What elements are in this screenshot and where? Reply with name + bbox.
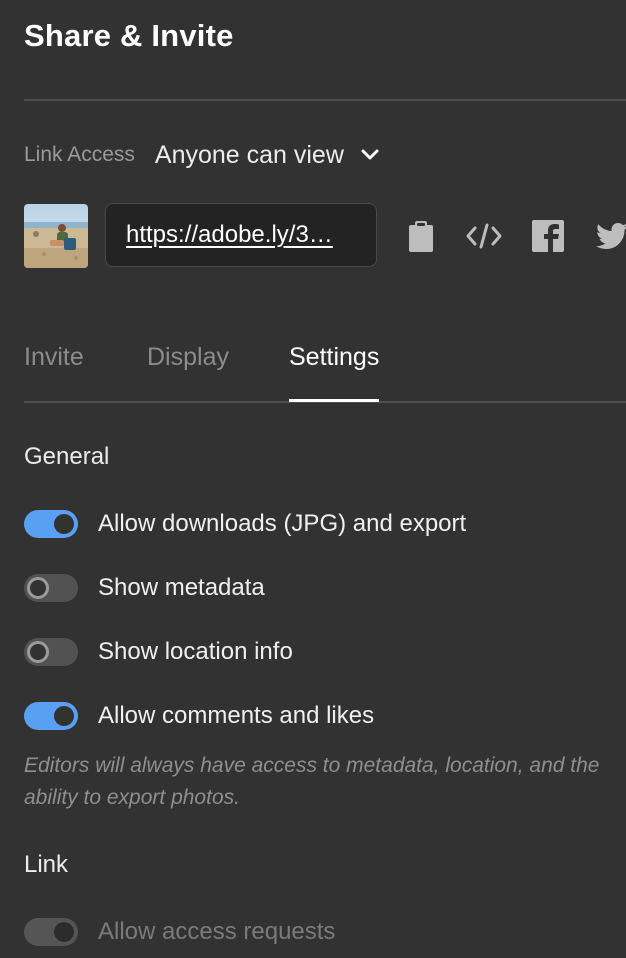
dialog-title: Share & Invite bbox=[24, 18, 234, 53]
link-access-dropdown[interactable]: Anyone can view bbox=[155, 141, 380, 170]
link-access-label: Link Access bbox=[24, 143, 135, 166]
allow-access-requests-label: Allow access requests bbox=[98, 918, 336, 945]
facebook-icon[interactable] bbox=[529, 217, 567, 255]
link-access-row: Link Access Anyone can view bbox=[24, 138, 380, 172]
allow-downloads-label: Allow downloads (JPG) and export bbox=[98, 510, 467, 537]
share-invite-panel: Share & Invite Link Access Anyone can vi… bbox=[0, 0, 626, 958]
allow-comments-toggle[interactable] bbox=[24, 702, 78, 730]
show-metadata-toggle[interactable] bbox=[24, 574, 78, 602]
allow-comments-label: Allow comments and likes bbox=[98, 702, 375, 729]
twitter-icon[interactable] bbox=[592, 217, 626, 255]
toggle-row-allow-comments: Allow comments and likes bbox=[24, 696, 374, 736]
allow-downloads-toggle[interactable] bbox=[24, 510, 78, 538]
toggle-knob bbox=[54, 514, 74, 534]
editors-note: Editors will always have access to metad… bbox=[24, 754, 600, 809]
link-access-value: Anyone can view bbox=[154, 140, 344, 169]
link-heading: Link bbox=[24, 851, 69, 878]
toggle-knob bbox=[54, 922, 74, 942]
embed-code-icon[interactable] bbox=[465, 217, 503, 255]
allow-access-requests-toggle bbox=[24, 918, 78, 946]
header-divider bbox=[24, 99, 626, 101]
clipboard-icon[interactable] bbox=[402, 217, 440, 255]
share-url-link[interactable]: https://adobe.ly/3… bbox=[126, 221, 333, 249]
show-metadata-label: Show metadata bbox=[98, 574, 265, 601]
album-thumbnail bbox=[24, 204, 88, 268]
share-url-field[interactable]: https://adobe.ly/3… bbox=[105, 203, 377, 267]
general-heading: General bbox=[24, 443, 110, 470]
show-location-toggle[interactable] bbox=[24, 638, 78, 666]
tab-invite[interactable]: Invite bbox=[24, 343, 84, 372]
chevron-down-icon bbox=[361, 149, 379, 160]
active-tab-indicator bbox=[289, 399, 379, 402]
toggle-knob bbox=[27, 641, 49, 663]
toggle-row-allow-access-requests: Allow access requests bbox=[24, 912, 335, 952]
toggle-knob bbox=[54, 706, 74, 726]
toggle-row-allow-downloads: Allow downloads (JPG) and export bbox=[24, 504, 466, 544]
toggle-knob bbox=[27, 577, 49, 599]
toggle-row-show-metadata: Show metadata bbox=[24, 568, 265, 608]
tab-settings[interactable]: Settings bbox=[289, 343, 379, 372]
tab-display[interactable]: Display bbox=[147, 343, 229, 372]
show-location-label: Show location info bbox=[98, 638, 293, 665]
toggle-row-show-location: Show location info bbox=[24, 632, 293, 672]
